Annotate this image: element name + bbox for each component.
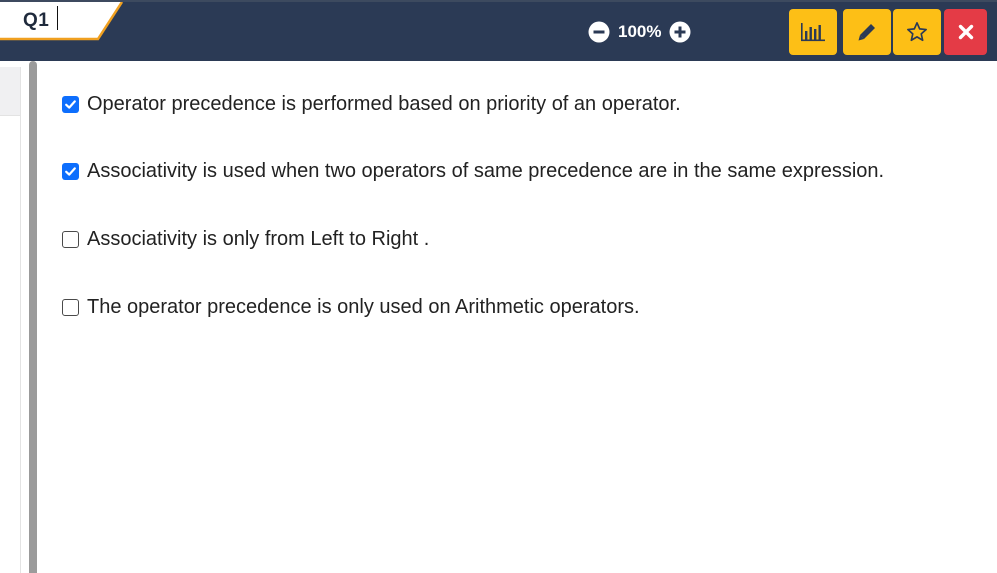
left-side-panel (0, 67, 21, 573)
top-bar: Q1 100% (0, 0, 997, 61)
answer-option-3[interactable]: Associativity is only from Left to Right… (62, 228, 429, 251)
checkbox-checked[interactable] (62, 163, 79, 180)
minus-circle-icon[interactable] (588, 21, 610, 43)
checkbox-checked[interactable] (62, 96, 79, 113)
answer-option-1[interactable]: Operator precedence is performed based o… (62, 93, 681, 116)
question-tab-label: Q1 (23, 10, 50, 31)
question-tab[interactable] (0, 2, 124, 41)
text-cursor (57, 6, 58, 30)
favorite-button[interactable] (893, 9, 941, 55)
checkbox-unchecked[interactable] (62, 231, 79, 248)
option-text: Associativity is only from Left to Right… (87, 228, 430, 250)
answer-option-4[interactable]: The operator precedence is only used on … (62, 296, 640, 319)
plus-circle-icon[interactable] (669, 21, 691, 43)
option-text: Associativity is used when two operators… (87, 160, 885, 182)
pencil-icon (858, 24, 875, 41)
edit-button[interactable] (843, 9, 891, 55)
zoom-control: 100% (588, 20, 691, 44)
star-outline-icon (907, 22, 927, 42)
checkbox-unchecked[interactable] (62, 299, 79, 316)
left-panel-tab[interactable] (0, 67, 20, 116)
top-bar-border (0, 0, 997, 2)
bar-chart-icon (801, 23, 825, 42)
answer-option-2[interactable]: Associativity is used when two operators… (62, 160, 884, 183)
scrollbar-thumb[interactable] (29, 61, 37, 573)
option-text: The operator precedence is only used on … (87, 296, 640, 318)
statistics-button[interactable] (789, 9, 837, 55)
check-icon (65, 100, 76, 109)
option-text: Operator precedence is performed based o… (87, 93, 681, 115)
check-icon (65, 167, 76, 176)
close-icon (958, 24, 973, 40)
zoom-level: 100% (618, 22, 662, 41)
close-button[interactable] (944, 9, 987, 55)
